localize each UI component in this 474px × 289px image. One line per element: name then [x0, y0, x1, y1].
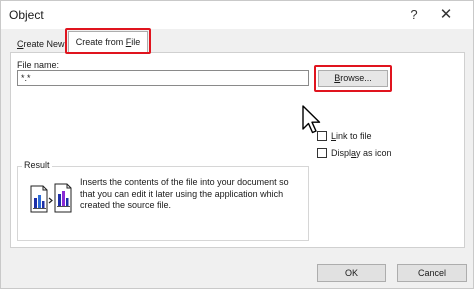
object-dialog: Object ? ✕ Create New Create from File F… — [0, 0, 474, 289]
link-to-file-label: Link to file — [331, 131, 372, 141]
dialog-title: Object — [9, 8, 44, 22]
file-name-label: File name: — [17, 60, 60, 70]
display-as-icon-label: Display as icon — [331, 148, 392, 158]
display-as-icon-option[interactable]: Display as icon — [317, 147, 392, 159]
link-to-file-checkbox[interactable] — [317, 131, 327, 141]
tab-create-new[interactable]: Create New — [13, 36, 69, 52]
insert-document-icon — [30, 183, 72, 213]
tab-create-new-label-post: reate New — [23, 39, 65, 49]
cancel-button[interactable]: Cancel — [397, 264, 467, 282]
display-as-icon-label-post: y as icon — [356, 148, 392, 158]
file-name-input[interactable] — [17, 70, 309, 86]
highlight-box-tab — [65, 28, 151, 54]
display-as-icon-checkbox[interactable] — [317, 148, 327, 158]
close-button[interactable]: ✕ — [431, 4, 461, 26]
help-button[interactable]: ? — [401, 4, 427, 26]
highlight-box-browse — [314, 65, 392, 92]
link-to-file-option[interactable]: Link to file — [317, 130, 372, 142]
result-description: Inserts the contents of the file into yo… — [80, 177, 289, 210]
display-as-icon-label-pre: Displ — [331, 148, 352, 158]
link-to-file-label-post: ink to file — [336, 131, 372, 141]
result-legend: Result — [22, 160, 52, 170]
ok-button[interactable]: OK — [317, 264, 386, 282]
title-bar: Object ? ✕ — [1, 1, 473, 29]
